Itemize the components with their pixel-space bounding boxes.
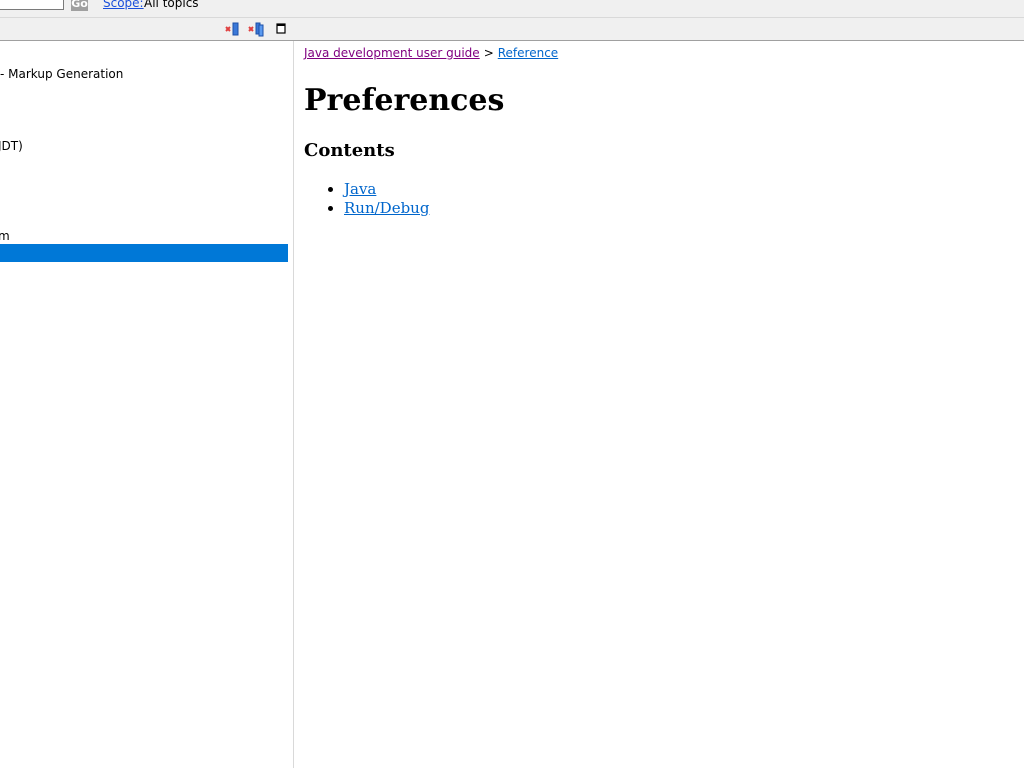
remove-filter-icon[interactable] (224, 21, 240, 37)
contents-heading: Contents (304, 140, 395, 161)
breadcrumb-separator: > (483, 46, 494, 60)
run-debug-link[interactable]: Run/Debug (344, 199, 429, 217)
page-title: Preferences (304, 83, 505, 118)
breadcrumb-guide-link[interactable]: Java development user guide (304, 46, 480, 60)
table-of-contents: - Markup Generation JDT) m (0, 41, 294, 768)
selected-tree-item[interactable] (0, 244, 288, 262)
tree-item[interactable]: - Markup Generation (0, 67, 123, 81)
go-button[interactable]: Go (71, 0, 88, 11)
list-item: Java (344, 180, 429, 199)
scope-link[interactable]: Scope: (103, 0, 144, 10)
toc-toolbar (0, 18, 1024, 41)
search-bar: Go Scope: All topics (0, 0, 1024, 18)
search-input[interactable] (0, 0, 64, 10)
help-content: Java development user guide > Reference Pr… (304, 41, 1024, 768)
tree-item[interactable]: m (0, 229, 10, 243)
scope-value: All topics (144, 0, 199, 10)
remove-all-filter-icon[interactable] (248, 21, 264, 37)
java-link[interactable]: Java (344, 180, 376, 198)
breadcrumb-reference-link[interactable]: Reference (498, 46, 558, 60)
list-item: Run/Debug (344, 199, 429, 218)
tree-item[interactable]: JDT) (0, 139, 23, 153)
breadcrumb: Java development user guide > Reference (304, 46, 558, 60)
contents-list: Java Run/Debug (304, 180, 429, 218)
maximize-icon[interactable] (274, 21, 290, 37)
